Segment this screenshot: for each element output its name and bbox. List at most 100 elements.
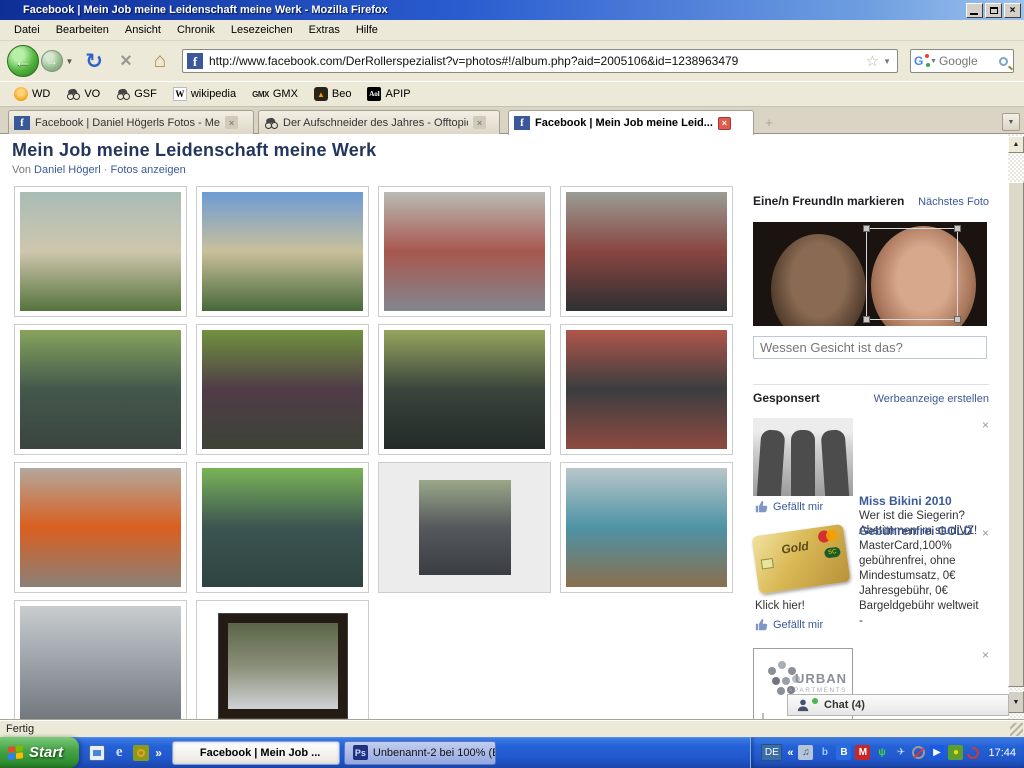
close-button[interactable]: × <box>1004 3 1021 18</box>
menu-chronik[interactable]: Chronik <box>169 21 223 39</box>
view-photos-link[interactable]: Fotos anzeigen <box>110 164 185 176</box>
photo-thumbnail[interactable] <box>378 462 551 593</box>
tab-daniel-hoegerls-fotos[interactable]: f Facebook | Daniel Högerls Fotos - Mein… <box>8 110 254 134</box>
resize-grip[interactable] <box>1010 723 1023 736</box>
remote-audio-icon[interactable]: ♫ <box>798 745 813 760</box>
photo-thumbnail[interactable] <box>196 462 369 593</box>
bluetooth-icon[interactable]: B <box>836 745 851 760</box>
bookmark-gsf[interactable]: GSF <box>110 85 163 103</box>
photo-thumbnail[interactable] <box>560 324 733 455</box>
close-ad-icon[interactable]: × <box>982 418 989 432</box>
create-ad-link[interactable]: Werbeanzeige erstellen <box>874 393 989 405</box>
close-ad-icon[interactable]: × <box>982 648 989 662</box>
download-manager-icon[interactable] <box>965 744 982 761</box>
restore-button[interactable] <box>985 3 1002 18</box>
photo-thumbnail[interactable] <box>14 186 187 317</box>
page-scrollbar[interactable]: ▲ ▼ <box>1008 134 1024 720</box>
url-input[interactable] <box>209 54 864 68</box>
author-link[interactable]: Daniel Högerl <box>34 164 101 176</box>
tray-collapse-icon[interactable]: « <box>787 747 793 759</box>
list-all-tabs-button[interactable]: ▼ <box>1002 113 1020 131</box>
bookmark-beo[interactable]: ▲Beo <box>308 85 358 103</box>
minimize-button[interactable] <box>966 3 983 18</box>
task-label: Facebook | Mein Job ... <box>200 747 320 759</box>
tab-mein-job-active[interactable]: f Facebook | Mein Job meine Leid... × <box>508 110 754 135</box>
menu-hilfe[interactable]: Hilfe <box>348 21 386 39</box>
show-desktop-icon[interactable] <box>89 745 105 761</box>
stop-button[interactable]: × <box>112 47 140 75</box>
task-button-photoshop[interactable]: Ps Unbenannt-2 bei 100% (E... <box>344 741 496 765</box>
face-tag-selection-box[interactable] <box>866 228 958 320</box>
tab-der-aufschneider[interactable]: Der Aufschneider des Jahres - Offtopic..… <box>258 110 500 134</box>
tab-close-icon[interactable]: × <box>473 116 486 129</box>
menu-bearbeiten[interactable]: Bearbeiten <box>48 21 117 39</box>
forward-button[interactable]: → <box>41 50 63 72</box>
mcafee-icon[interactable]: M <box>855 745 870 760</box>
like-row[interactable]: Gefällt mir <box>755 500 823 513</box>
media-app-icon[interactable] <box>133 745 149 761</box>
photo-thumbnail[interactable] <box>196 186 369 317</box>
url-bar[interactable]: f ☆ ▼ <box>182 49 898 73</box>
wireless-icon[interactable]: ψ <box>874 745 889 760</box>
photo-thumbnail[interactable] <box>14 324 187 455</box>
search-input[interactable] <box>939 54 991 68</box>
gold-card-ad-image[interactable]: Gold SC <box>753 526 847 588</box>
ad-title-link[interactable]: Miss Bikini 2010 <box>859 494 975 508</box>
photo-thumbnail[interactable] <box>560 186 733 317</box>
scroll-down-button[interactable]: ▼ <box>1008 691 1024 713</box>
tag-name-input[interactable] <box>753 336 987 359</box>
album-title: Mein Job meine Leidenschaft meine Werk <box>12 140 376 161</box>
tab-close-icon[interactable]: × <box>225 116 238 129</box>
ad-title-link[interactable]: Gebührenfrei GOLD <box>859 524 975 538</box>
page-content: Mein Job meine Leidenschaft meine Werk V… <box>0 134 1024 720</box>
menu-ansicht[interactable]: Ansicht <box>117 21 169 39</box>
photo-thumbnail[interactable] <box>378 324 551 455</box>
tab-close-icon[interactable]: × <box>718 117 731 130</box>
bing-icon[interactable]: b <box>817 745 832 760</box>
search-box[interactable]: G ▼ <box>910 49 1014 73</box>
internet-explorer-icon[interactable]: e <box>111 745 127 761</box>
messenger-icon[interactable]: ● <box>948 745 963 760</box>
history-dropdown-icon[interactable]: ▼ <box>64 56 75 67</box>
photo-thumbnail[interactable] <box>560 462 733 593</box>
menu-extras[interactable]: Extras <box>301 21 348 39</box>
bookmark-vo[interactable]: VO <box>60 85 106 103</box>
next-photo-link[interactable]: Nächstes Foto <box>918 196 989 208</box>
bookmark-apip[interactable]: AolAPIP <box>361 85 416 103</box>
like-link[interactable]: Gefällt mir <box>773 619 823 631</box>
photo-thumbnail[interactable] <box>196 324 369 455</box>
quick-launch-expand-icon[interactable]: » <box>155 746 162 760</box>
bookmark-wd[interactable]: WD <box>8 85 56 103</box>
new-tab-button[interactable]: + <box>762 116 776 130</box>
miss-bikini-ad-image[interactable] <box>753 418 853 496</box>
chat-bar[interactable]: Chat (4) <box>787 694 1009 716</box>
task-button-firefox[interactable]: Facebook | Mein Job ... <box>172 741 340 765</box>
like-row[interactable]: Gefällt mir <box>755 618 823 631</box>
scooter-icon <box>66 87 80 101</box>
bookmark-wikipedia[interactable]: Wwikipedia <box>167 85 242 103</box>
media-player-icon[interactable]: ▶ <box>929 745 944 760</box>
home-button[interactable]: ⌂ <box>146 47 174 75</box>
bookmark-star-icon[interactable]: ☆ <box>866 52 879 70</box>
menu-lesezeichen[interactable]: Lesezeichen <box>223 21 301 39</box>
photo-thumbnail[interactable] <box>14 462 187 593</box>
scrollbar-thumb[interactable] <box>1008 182 1024 687</box>
bookmark-gmx[interactable]: GMXGMX <box>246 85 304 103</box>
reload-button[interactable]: ↻ <box>80 47 108 75</box>
rocket-icon[interactable]: ✈ <box>893 745 908 760</box>
close-ad-icon[interactable]: × <box>982 526 989 540</box>
menu-datei[interactable]: Datei <box>6 21 48 39</box>
tag-photo[interactable] <box>753 222 987 326</box>
search-icon[interactable] <box>999 57 1008 66</box>
like-link[interactable]: Gefällt mir <box>773 501 823 513</box>
url-dropdown-icon[interactable]: ▼ <box>881 57 893 66</box>
start-button[interactable]: Start <box>0 737 79 768</box>
search-engine-dropdown-icon[interactable]: ▼ <box>930 58 937 65</box>
photo-thumbnail[interactable] <box>196 600 369 720</box>
photo-thumbnail[interactable] <box>378 186 551 317</box>
photo-thumbnail[interactable] <box>14 600 187 720</box>
blocked-icon[interactable] <box>912 746 925 759</box>
language-indicator[interactable]: DE <box>761 744 782 761</box>
back-button[interactable]: ← <box>7 45 39 77</box>
scroll-up-button[interactable]: ▲ <box>1008 136 1024 153</box>
